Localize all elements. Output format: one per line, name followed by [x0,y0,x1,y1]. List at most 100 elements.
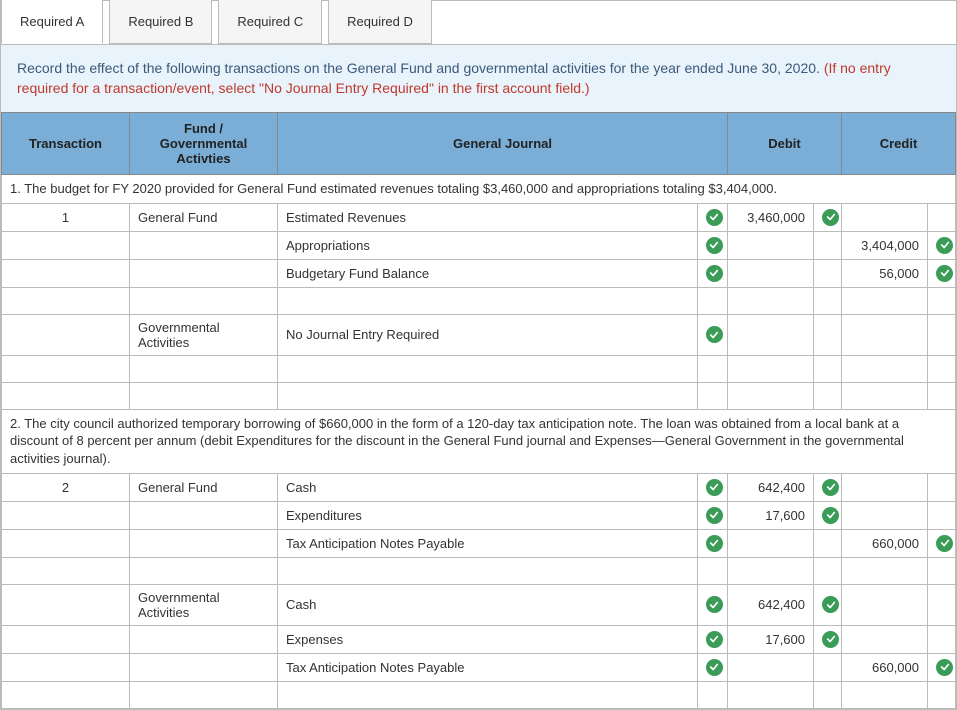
credit-cell[interactable] [842,382,928,409]
fund-cell[interactable] [130,501,278,529]
fund-cell[interactable]: General Fund [130,473,278,501]
credit-cell[interactable] [842,625,928,653]
debit-cell[interactable] [728,382,814,409]
transaction-cell[interactable] [2,681,130,708]
journal-account-cell[interactable]: Appropriations [278,231,698,259]
credit-cell[interactable] [842,355,928,382]
credit-check-cell [928,259,956,287]
tab-required-b[interactable]: Required B [109,0,212,44]
tab-required-a[interactable]: Required A [1,0,103,44]
credit-cell[interactable] [842,501,928,529]
transaction-cell[interactable] [2,625,130,653]
transaction-cell[interactable] [2,557,130,584]
credit-cell[interactable] [842,314,928,355]
fund-cell[interactable] [130,653,278,681]
transaction-cell[interactable] [2,382,130,409]
credit-cell[interactable]: 56,000 [842,259,928,287]
credit-cell[interactable] [842,681,928,708]
debit-check-cell [814,557,842,584]
debit-cell[interactable] [728,529,814,557]
transaction-cell[interactable] [2,355,130,382]
journal-line: Tax Anticipation Notes Payable 660,000 [2,653,956,681]
transaction-cell[interactable] [2,529,130,557]
debit-cell[interactable]: 17,600 [728,625,814,653]
journal-account-cell[interactable]: Tax Anticipation Notes Payable [278,653,698,681]
journal-account-cell[interactable] [278,355,698,382]
transaction-cell[interactable]: 1 [2,203,130,231]
tab-required-c[interactable]: Required C [218,0,322,44]
fund-cell[interactable] [130,529,278,557]
fund-cell[interactable] [130,625,278,653]
fund-cell[interactable] [130,259,278,287]
fund-cell[interactable] [130,557,278,584]
transaction-cell[interactable]: 2 [2,473,130,501]
fund-cell[interactable] [130,681,278,708]
journal-account-cell[interactable]: Tax Anticipation Notes Payable [278,529,698,557]
debit-cell[interactable] [728,259,814,287]
credit-cell[interactable] [842,584,928,625]
journal-account-cell[interactable] [278,382,698,409]
checkmark-icon [706,596,723,613]
journal-account-cell[interactable]: Expenditures [278,501,698,529]
fund-cell[interactable]: Governmental Activities [130,314,278,355]
fund-cell[interactable] [130,355,278,382]
journal-account-cell[interactable]: Budgetary Fund Balance [278,259,698,287]
tab-required-d[interactable]: Required D [328,0,432,44]
credit-cell[interactable] [842,557,928,584]
transaction-cell[interactable] [2,259,130,287]
journal-account-cell[interactable]: Expenses [278,625,698,653]
debit-cell[interactable] [728,287,814,314]
credit-cell[interactable] [842,203,928,231]
checkmark-icon [936,237,953,254]
checkmark-icon [706,479,723,496]
fund-cell[interactable] [130,382,278,409]
journal-check-cell [697,314,727,355]
checkmark-icon [936,659,953,676]
debit-cell[interactable] [728,557,814,584]
journal-account-cell[interactable] [278,287,698,314]
fund-cell[interactable]: Governmental Activities [130,584,278,625]
debit-cell[interactable]: 642,400 [728,473,814,501]
debit-cell[interactable] [728,231,814,259]
transaction-cell[interactable] [2,287,130,314]
credit-cell[interactable]: 3,404,000 [842,231,928,259]
debit-cell[interactable] [728,355,814,382]
checkmark-icon [822,507,839,524]
journal-account-cell[interactable]: No Journal Entry Required [278,314,698,355]
credit-check-cell [928,625,956,653]
credit-cell[interactable] [842,473,928,501]
debit-cell[interactable]: 3,460,000 [728,203,814,231]
transaction-cell[interactable] [2,501,130,529]
fund-cell[interactable]: General Fund [130,203,278,231]
journal-account-cell[interactable]: Cash [278,473,698,501]
debit-cell[interactable]: 17,600 [728,501,814,529]
credit-check-cell [928,584,956,625]
journal-line: Expenditures 17,600 [2,501,956,529]
journal-check-cell [697,259,727,287]
transaction-cell[interactable] [2,584,130,625]
fund-cell[interactable] [130,231,278,259]
journal-line [2,557,956,584]
credit-check-cell [928,501,956,529]
debit-cell[interactable]: 642,400 [728,584,814,625]
debit-cell[interactable] [728,653,814,681]
col-header-general-journal: General Journal [278,113,728,175]
debit-cell[interactable] [728,681,814,708]
debit-check-cell [814,653,842,681]
transaction-cell[interactable] [2,231,130,259]
journal-account-cell[interactable] [278,681,698,708]
credit-cell[interactable]: 660,000 [842,529,928,557]
debit-cell[interactable] [728,314,814,355]
debit-check-cell [814,584,842,625]
credit-cell[interactable] [842,287,928,314]
journal-line: Governmental ActivitiesCash 642,400 [2,584,956,625]
journal-check-cell [697,501,727,529]
journal-account-cell[interactable]: Cash [278,584,698,625]
credit-cell[interactable]: 660,000 [842,653,928,681]
col-header-transaction: Transaction [2,113,130,175]
transaction-cell[interactable] [2,653,130,681]
journal-account-cell[interactable]: Estimated Revenues [278,203,698,231]
fund-cell[interactable] [130,287,278,314]
journal-account-cell[interactable] [278,557,698,584]
transaction-cell[interactable] [2,314,130,355]
